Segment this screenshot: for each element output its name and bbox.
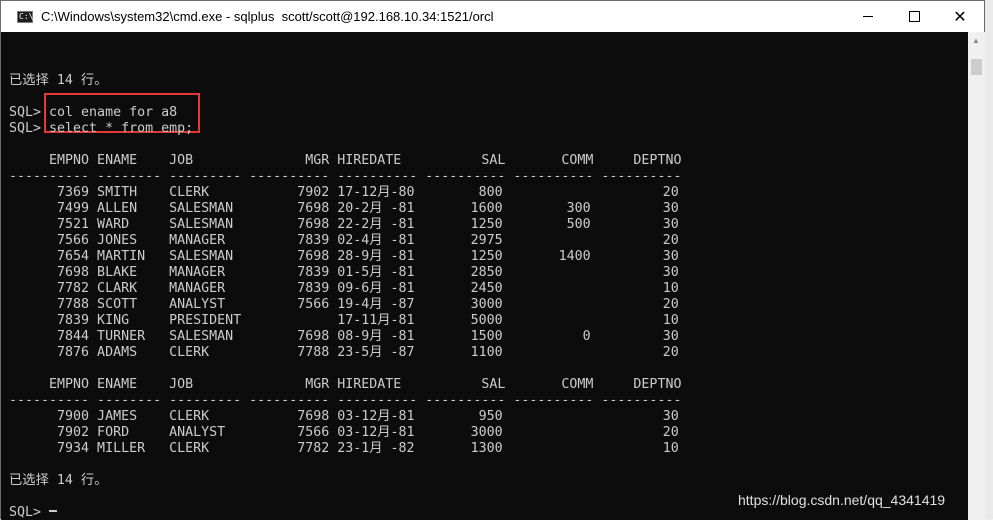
cmd-window: C:\ C:\Windows\system32\cmd.exe - sqlplu… bbox=[0, 0, 985, 520]
console-line: EMPNO ENAME JOB MGR HIREDATE SAL COMM DE… bbox=[9, 153, 682, 168]
console-line: SQL> col ename for a8 bbox=[9, 105, 178, 120]
console-line: 7844 TURNER SALESMAN 7698 08-9月 -81 1500… bbox=[9, 329, 679, 344]
scroll-thumb[interactable] bbox=[971, 59, 982, 75]
console-line: 7499 ALLEN SALESMAN 7698 20-2月 -81 1600 … bbox=[9, 201, 679, 216]
console-line: 7934 MILLER CLERK 7782 23-1月 -82 1300 10 bbox=[9, 441, 679, 456]
console-line: 7654 MARTIN SALESMAN 7698 28-9月 -81 1250… bbox=[9, 249, 679, 264]
maximize-button[interactable] bbox=[891, 1, 937, 32]
close-icon: ✕ bbox=[953, 7, 967, 26]
console-line: ---------- -------- --------- ----------… bbox=[9, 393, 682, 408]
console-line: 7900 JAMES CLERK 7698 03-12月-81 950 30 bbox=[9, 409, 679, 424]
console-line: 7839 KING PRESIDENT 17-11月-81 5000 10 bbox=[9, 313, 679, 328]
console-line: EMPNO ENAME JOB MGR HIREDATE SAL COMM DE… bbox=[9, 377, 682, 392]
watermark-text: https://blog.csdn.net/qq_4341419 bbox=[738, 492, 946, 508]
minimize-icon bbox=[863, 16, 873, 17]
console-line: 7782 CLARK MANAGER 7839 09-6月 -81 2450 1… bbox=[9, 281, 679, 296]
minimize-button[interactable] bbox=[845, 1, 891, 32]
console-line: ---------- -------- --------- ----------… bbox=[9, 169, 682, 184]
text-cursor bbox=[49, 510, 57, 512]
console-line: 7566 JONES MANAGER 7839 02-4月 -81 2975 2… bbox=[9, 233, 679, 248]
cmd-app-icon: C:\ bbox=[17, 10, 34, 23]
console-line: 7521 WARD SALESMAN 7698 22-2月 -81 1250 5… bbox=[9, 217, 679, 232]
console-output[interactable]: 已选择 14 行。 SQL> col ename for a8 SQL> selec… bbox=[1, 32, 968, 520]
console-line: 7788 SCOTT ANALYST 7566 19-4月 -87 3000 2… bbox=[9, 297, 679, 312]
console-line: 已选择 14 行。 bbox=[9, 473, 108, 488]
title-bar[interactable]: C:\ C:\Windows\system32\cmd.exe - sqlplu… bbox=[1, 1, 984, 32]
console-line: 7902 FORD ANALYST 7566 03-12月-81 3000 20 bbox=[9, 425, 679, 440]
window-title: C:\Windows\system32\cmd.exe - sqlplus sc… bbox=[41, 9, 494, 24]
console-line: 7369 SMITH CLERK 7902 17-12月-80 800 20 bbox=[9, 185, 679, 200]
console-line: SQL> select * from emp; bbox=[9, 121, 194, 136]
maximize-icon bbox=[908, 11, 920, 22]
scroll-up-arrow-icon[interactable]: ▲ bbox=[972, 36, 980, 45]
console-line: 7876 ADAMS CLERK 7788 23-5月 -87 1100 20 bbox=[9, 345, 679, 360]
console-line: 7698 BLAKE MANAGER 7839 01-5月 -81 2850 3… bbox=[9, 265, 679, 280]
console-line: SQL> bbox=[9, 505, 50, 520]
console-line: 已选择 14 行。 bbox=[9, 73, 108, 88]
background-window-edge bbox=[985, 0, 993, 519]
close-button[interactable]: ✕ bbox=[937, 1, 983, 32]
vertical-scrollbar[interactable]: ▲ bbox=[968, 32, 985, 520]
